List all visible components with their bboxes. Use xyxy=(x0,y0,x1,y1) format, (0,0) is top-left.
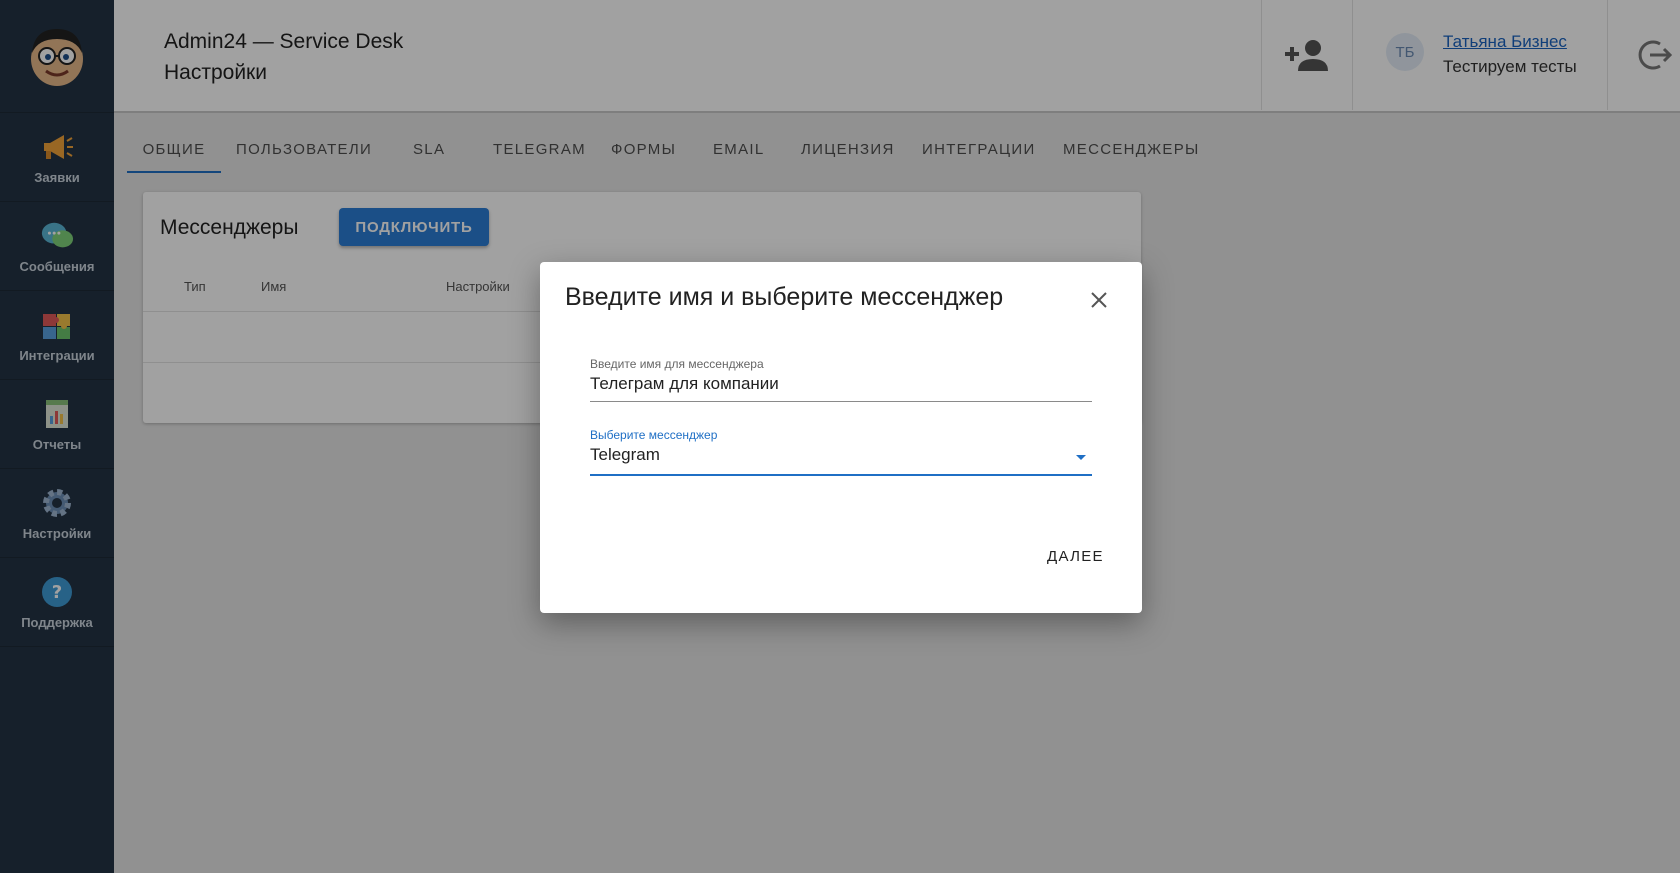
messenger-select-label: Выберите мессенджер xyxy=(590,428,718,442)
messenger-select[interactable]: Выберите мессенджер Telegram xyxy=(590,428,1092,476)
dialog-title: Введите имя и выберите мессенджер xyxy=(565,283,1004,311)
messenger-name-input[interactable]: Телеграм для компании xyxy=(590,374,1092,394)
chevron-down-icon[interactable] xyxy=(1076,455,1086,460)
messenger-name-label: Введите имя для мессенджера xyxy=(590,357,764,371)
messenger-name-field[interactable]: Введите имя для мессенджера Телеграм для… xyxy=(590,355,1092,402)
next-button[interactable]: ДАЛЕЕ xyxy=(1047,548,1104,565)
messenger-select-value[interactable]: Telegram xyxy=(590,445,1092,465)
close-icon xyxy=(1091,292,1107,308)
close-button[interactable] xyxy=(1087,288,1111,312)
add-messenger-dialog: Введите имя и выберите мессенджер Введит… xyxy=(540,262,1142,613)
